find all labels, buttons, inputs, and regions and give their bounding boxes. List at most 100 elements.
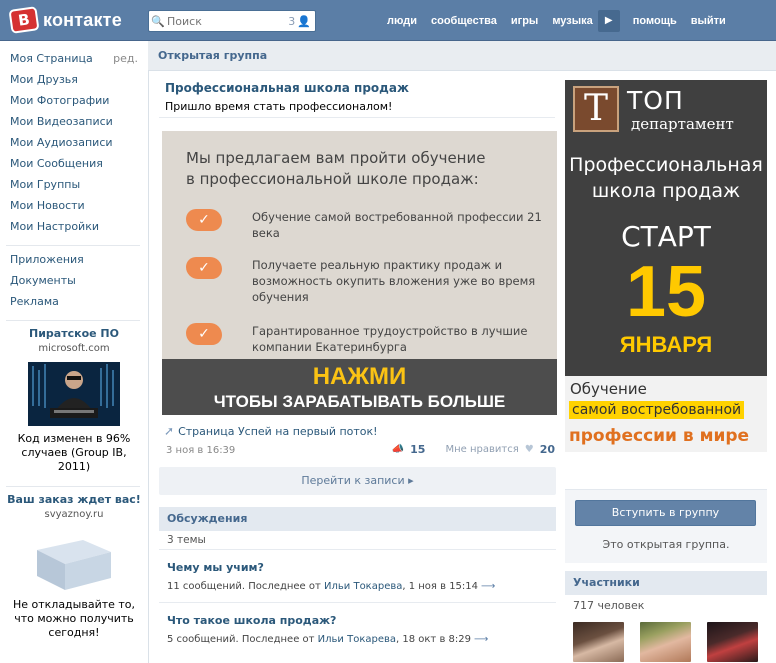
ad-image-hacker[interactable] [28, 362, 120, 426]
sidebar-divider [6, 245, 140, 246]
banner-title-line: школа продаж [591, 180, 741, 202]
main-content: Профессиональная школа продаж Пришло вре… [148, 71, 776, 663]
checkmark-icon: ✓ [186, 209, 222, 231]
banner-start: СТАРТ [621, 220, 711, 253]
sidebar-item-ads[interactable]: Реклама [0, 294, 148, 315]
nav-games[interactable]: игры [504, 15, 545, 27]
search-people-count[interactable]: 3 👤 [288, 15, 315, 28]
sidebar-item-label[interactable]: Мои Аудиозаписи [10, 135, 113, 156]
promo-item-text: Гарантированное трудоустройство в лучшие… [252, 324, 528, 354]
group-status: Пришло время стать профессионалом! [165, 100, 393, 113]
nav-communities[interactable]: сообщества [424, 15, 504, 27]
share-count[interactable]: 15 [410, 443, 425, 456]
top-department-logo: Т [573, 86, 619, 132]
post-promo-image[interactable]: Мы предлагаем вам пройти обучение в проф… [162, 131, 557, 415]
topic-author-link[interactable]: Ильи Токарева [318, 634, 396, 645]
avatar[interactable] [640, 622, 691, 662]
like-count[interactable]: 20 [540, 443, 555, 456]
goto-post-button[interactable]: Перейти к записи ▸ [159, 467, 556, 495]
arrow-right-icon[interactable]: ⟶ [474, 634, 488, 645]
post-actions: 📣 15 Мне нравится ♥ 20 [392, 443, 555, 456]
group-banner[interactable]: Т ТОП департамент Профессиональная школа… [565, 80, 767, 452]
group-title: Профессиональная школа продаж [165, 81, 409, 95]
promo-item-text: Обучение самой востребованной профессии … [252, 210, 542, 240]
sidebar-item-label[interactable]: Мои Сообщения [10, 156, 103, 177]
like-label[interactable]: Мне нравится [445, 444, 518, 455]
topic-title[interactable]: Что такое школа продаж? [167, 614, 336, 627]
ad-domain: microsoft.com [38, 343, 110, 354]
sidebar-item-label[interactable]: Мои Друзья [10, 72, 78, 93]
arrow-right-icon[interactable]: ⟶ [481, 581, 495, 592]
nav-help[interactable]: помощь [626, 15, 684, 27]
sidebar-item-label[interactable]: Мои Группы [10, 177, 80, 198]
sidebar-item-label[interactable]: Реклама [10, 294, 59, 315]
join-group-button[interactable]: Вступить в группу [575, 500, 756, 526]
sidebar-item-documents[interactable]: Документы [0, 273, 148, 294]
sidebar-item-label[interactable]: Приложения [10, 252, 84, 273]
topic-meta-text: 5 сообщений. Последнее от [167, 634, 318, 645]
sidebar-item-label[interactable]: Мои Настройки [10, 219, 99, 240]
nav-people[interactable]: люди [380, 15, 424, 27]
share-icon[interactable]: 📣 [392, 444, 404, 455]
vk-logo-badge: B [8, 6, 40, 34]
sidebar-ad-order[interactable]: Ваш заказ ждет вас! svyaznoy.ru Не откла… [0, 493, 148, 640]
sidebar-item-my-page[interactable]: Моя Страница ред. [0, 51, 148, 72]
person-icon: 👤 [297, 14, 311, 28]
members-count[interactable]: 717 человек [573, 599, 767, 612]
ad-title[interactable]: Пиратское ПО [4, 327, 144, 340]
box-illustration [37, 540, 111, 590]
sidebar-item-label[interactable]: Мои Фотографии [10, 93, 109, 114]
discussions-header[interactable]: Обсуждения [159, 507, 556, 531]
topic-author-link[interactable]: Ильи Токарева [324, 581, 402, 592]
banner-line-accent: профессии в мире [569, 426, 750, 446]
ad-image-box[interactable] [31, 532, 117, 592]
banner-lower: Обучение самой востребованной профессии … [565, 376, 767, 452]
banner-title: Профессиональная школа продаж [565, 152, 767, 204]
promo-cta-band[interactable]: НАЖМИ ЧТОБЫ ЗАРАБАТЫВАТЬ БОЛЬШЕ [162, 359, 557, 415]
avatar[interactable] [573, 622, 624, 662]
post-attached-link[interactable]: ➚ Страница Успей на первый поток! [164, 424, 378, 438]
avatar[interactable] [707, 622, 758, 662]
divider [159, 602, 556, 603]
search-input[interactable] [167, 14, 289, 28]
nav-music[interactable]: музыка [545, 15, 599, 27]
topic-title[interactable]: Чему мы учим? [167, 561, 264, 574]
sidebar-item-settings[interactable]: Мои Настройки [0, 219, 148, 240]
ad-text: Не откладывайте то, что можно получить с… [12, 598, 136, 639]
link-icon: ➚ [164, 424, 175, 438]
search-box[interactable]: 🔍 3 👤 [148, 10, 316, 32]
post-date[interactable]: 3 ноя в 16:39 [166, 445, 235, 456]
promo-item: ✓ Получаете реальную практику продаж и в… [186, 257, 542, 305]
sidebar-item-videos[interactable]: Мои Видеозаписи [0, 114, 148, 135]
nav-logout[interactable]: выйти [684, 15, 733, 27]
banner-month: ЯНВАРЯ [619, 332, 713, 357]
promo-headline: Мы предлагаем вам пройти обучение в проф… [186, 148, 485, 190]
ad-title[interactable]: Ваш заказ ждет вас! [4, 493, 144, 506]
left-sidebar: Моя Страница ред. Мои Друзья Мои Фотогра… [0, 41, 148, 663]
sidebar-ad-piracy[interactable]: Пиратское ПО microsoft.com Код изменен в… [0, 327, 148, 474]
members-header[interactable]: Участники [565, 571, 767, 595]
sidebar-item-news[interactable]: Мои Новости [0, 198, 148, 219]
banner-line-highlight: самой востребованной [569, 401, 745, 419]
brand-subtitle: департамент [631, 115, 734, 133]
ad-domain: svyaznoy.ru [44, 509, 104, 520]
sidebar-item-photos[interactable]: Мои Фотографии [0, 93, 148, 114]
sidebar-item-apps[interactable]: Приложения [0, 252, 148, 273]
sidebar-item-audio[interactable]: Мои Аудиозаписи [0, 135, 148, 156]
sidebar-item-friends[interactable]: Мои Друзья [0, 72, 148, 93]
post-link-text[interactable]: Страница Успей на первый поток! [178, 425, 378, 438]
sidebar-item-label[interactable]: Документы [10, 273, 76, 294]
vk-logo[interactable]: B контакте [8, 6, 122, 34]
banner-line: Обучение [570, 380, 647, 398]
sidebar-item-label[interactable]: Мои Видеозаписи [10, 114, 113, 135]
topic-meta-time: , 1 ноя в 15:14 [402, 581, 479, 592]
heart-icon[interactable]: ♥ [525, 444, 534, 455]
topic-meta: 11 сообщений. Последнее от Ильи Токарева… [167, 581, 495, 592]
play-icon[interactable]: ▶ [597, 9, 620, 32]
join-box: Вступить в группу Это открытая группа. [565, 489, 767, 563]
sidebar-item-messages[interactable]: Мои Сообщения [0, 156, 148, 177]
sidebar-item-label[interactable]: Мои Новости [10, 198, 85, 219]
sidebar-item-groups[interactable]: Мои Группы [0, 177, 148, 198]
edit-link[interactable]: ред. [113, 51, 138, 72]
sidebar-item-label[interactable]: Моя Страница [10, 51, 93, 72]
